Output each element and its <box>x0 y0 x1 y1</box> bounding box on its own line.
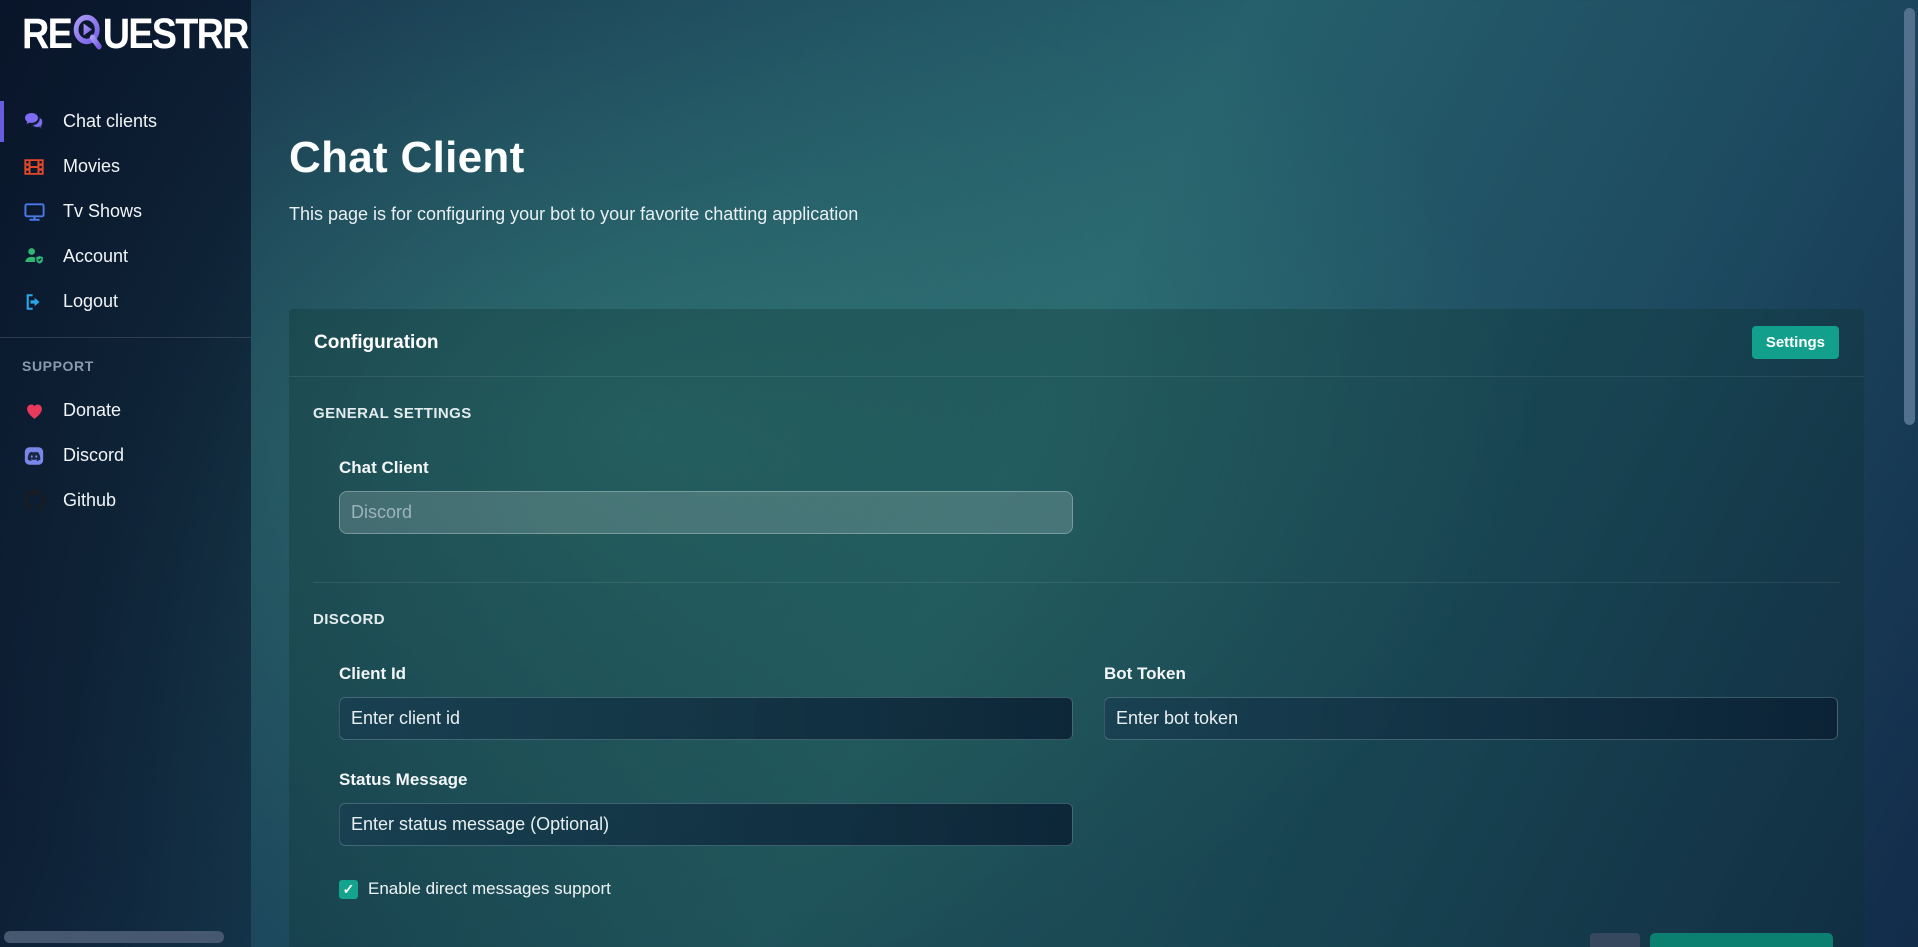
logout-icon <box>22 290 46 314</box>
sidebar-support-nav: Donate Discord <box>0 388 251 523</box>
client-id-field-group: Client Id <box>339 664 1073 740</box>
chat-client-field-group: Chat Client <box>339 458 1840 534</box>
status-message-field-group: Status Message <box>339 770 1840 846</box>
sidebar-item-label: Tv Shows <box>63 201 142 222</box>
sidebar-item-label: Discord <box>63 445 124 466</box>
sidebar: RE UESTRR Chat clie <box>0 0 251 947</box>
user-shield-icon <box>22 245 46 269</box>
dm-support-label: Enable direct messages support <box>368 879 611 899</box>
status-message-label: Status Message <box>339 770 468 789</box>
sidebar-item-donate[interactable]: Donate <box>0 388 251 433</box>
settings-button[interactable]: Settings <box>1752 326 1839 359</box>
chat-bubbles-icon <box>22 110 46 134</box>
sidebar-item-label: Movies <box>63 156 120 177</box>
app-logo[interactable]: RE UESTRR <box>22 10 248 58</box>
general-settings-form: Chat Client <box>339 458 1840 534</box>
discord-form: Client Id Bot Token Status Message ✓ Ena… <box>339 628 1840 899</box>
configuration-card: Configuration Settings GENERAL SETTINGS … <box>289 309 1864 947</box>
bot-token-label: Bot Token <box>1104 664 1186 683</box>
sidebar-item-account[interactable]: Account <box>0 234 251 279</box>
logo-text-pre: RE <box>22 14 71 54</box>
film-icon <box>22 155 46 179</box>
monitor-icon <box>22 200 46 224</box>
page-title: Chat Client <box>289 133 525 183</box>
sidebar-item-tv-shows[interactable]: Tv Shows <box>0 189 251 234</box>
sidebar-item-movies[interactable]: Movies <box>0 144 251 189</box>
sidebar-item-label: Donate <box>63 400 121 421</box>
client-id-label: Client Id <box>339 664 406 683</box>
chat-client-select[interactable] <box>339 491 1073 534</box>
test-settings-button-partial[interactable] <box>1590 933 1640 947</box>
bot-token-field-group: Bot Token <box>1104 664 1838 740</box>
configuration-title: Configuration <box>314 332 439 354</box>
chat-client-label: Chat Client <box>339 458 429 477</box>
configuration-card-header: Configuration Settings <box>289 309 1864 377</box>
sidebar-horizontal-scrollbar[interactable] <box>4 931 224 943</box>
sidebar-item-chat-clients[interactable]: Chat clients <box>0 99 251 144</box>
discord-section-header: DISCORD <box>313 611 1840 628</box>
sidebar-item-discord[interactable]: Discord <box>0 433 251 478</box>
page-subtitle: This page is for configuring your bot to… <box>289 204 858 225</box>
sidebar-item-label: Github <box>63 490 116 511</box>
sidebar-nav: Chat clients Movies Tv Shows <box>0 99 251 523</box>
sidebar-item-github[interactable]: Github <box>0 478 251 523</box>
sidebar-item-label: Account <box>63 246 128 267</box>
support-section-header: SUPPORT <box>22 358 251 374</box>
page-vertical-scrollbar[interactable] <box>1904 8 1915 425</box>
sidebar-item-label: Logout <box>63 291 118 312</box>
client-id-input[interactable] <box>339 697 1073 740</box>
configuration-card-body: GENERAL SETTINGS Chat Client DISCORD Cli… <box>289 377 1864 899</box>
github-icon <box>22 489 46 513</box>
sidebar-item-label: Chat clients <box>63 111 157 132</box>
logo-text-post: UESTRR <box>103 14 248 54</box>
status-message-input[interactable] <box>339 803 1073 846</box>
dm-support-checkbox[interactable]: ✓ <box>339 880 358 899</box>
logo-q-icon <box>71 10 103 58</box>
sidebar-item-logout[interactable]: Logout <box>0 279 251 324</box>
bot-token-input[interactable] <box>1104 697 1838 740</box>
discord-icon <box>22 444 46 468</box>
heart-icon <box>22 399 46 423</box>
general-settings-header: GENERAL SETTINGS <box>313 405 1840 422</box>
dm-support-row: ✓ Enable direct messages support <box>339 879 1840 899</box>
section-divider <box>313 582 1840 583</box>
save-changes-button-partial[interactable] <box>1650 933 1833 947</box>
sidebar-divider <box>0 337 251 338</box>
